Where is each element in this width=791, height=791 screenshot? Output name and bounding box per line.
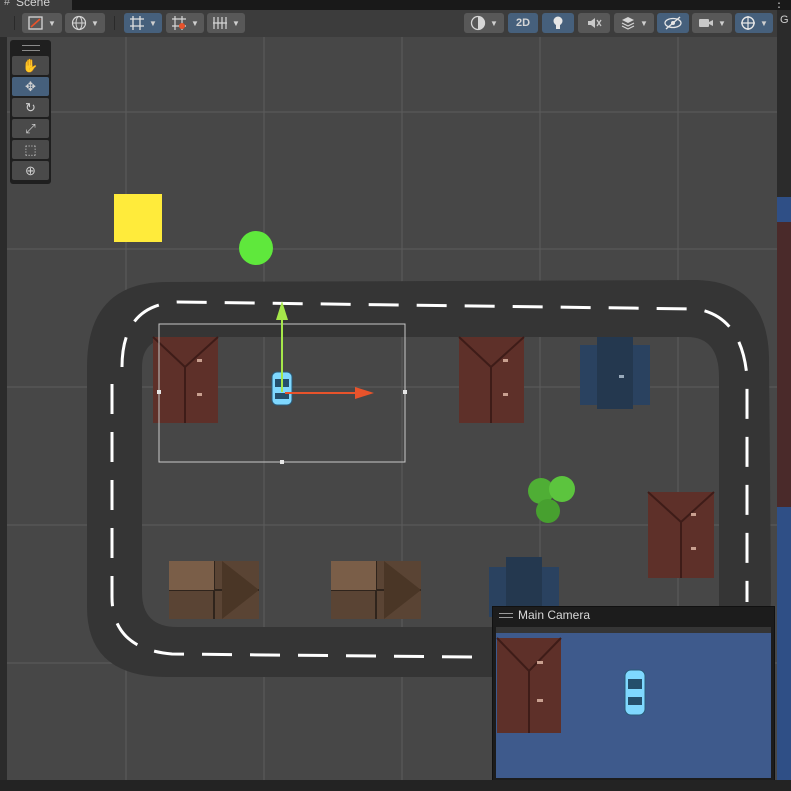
gizmos-icon [741,16,756,30]
camera-preview-header[interactable]: Main Camera [493,607,774,624]
rect-icon: ⬚ [24,141,37,157]
chevron-down-icon: ▼ [149,18,157,28]
transform-icon: ⊕ [25,162,36,178]
move-tool[interactable]: ✥ [12,77,49,96]
audio-mute-icon [588,18,602,28]
ruler-grid-icon [213,17,228,29]
camera-preview-canvas [496,627,771,778]
camera-icon [699,19,714,27]
camera-settings-button[interactable]: ▼ [692,13,732,33]
scale-icon: ⤢ [25,120,36,136]
right-panel-marker [777,197,791,222]
more-options-icon[interactable]: ⋮ [773,0,785,10]
right-panel-band-blue [777,507,791,787]
house-brown-2[interactable] [331,561,421,619]
2d-toggle[interactable]: 2D [508,13,538,33]
scale-tool[interactable]: ⤢ [12,119,49,138]
right-panel-band [777,222,791,507]
audio-toggle[interactable] [578,13,610,33]
house-blue-1[interactable] [580,337,650,409]
toolbar-separator [14,16,15,30]
yellow-square-sprite[interactable] [114,194,162,242]
resize-handle-left[interactable] [157,390,161,394]
chevron-down-icon: ▼ [48,18,56,28]
house-red-preview [496,637,562,733]
effects-layers-icon [621,17,635,30]
rect-tool[interactable]: ⬚ [12,140,49,159]
tree-sprite[interactable] [528,476,575,523]
house-red-1[interactable] [152,336,219,423]
move-arrows-icon: ✥ [25,78,36,94]
resize-handle-right[interactable] [403,390,407,394]
lighting-toggle[interactable] [542,13,574,33]
hand-icon: ✋ [22,57,39,73]
house-red-2[interactable] [458,336,525,423]
draw-mode-button[interactable]: ▼ [22,13,62,33]
scene-toolbar: ▼ ▼ ▼ ▼ ▼ ▼ 2D ▼ ▼ ▼ [0,10,777,38]
toolbar-separator [114,16,115,30]
hidden-objects-eye-icon [664,16,682,30]
shading-mode-button[interactable]: ▼ [464,13,504,33]
chevron-down-icon: ▼ [718,18,726,28]
camera-preview-overlay: Main Camera [492,606,775,782]
hash-icon: # [4,0,11,8]
tab-scene-label: Scene [16,0,51,9]
chevron-down-icon: ▼ [232,18,240,28]
lighting-bulb-icon [553,16,563,29]
draw-mode-icon [28,16,43,30]
global-local-button[interactable]: ▼ [65,13,105,33]
tab-bar: # Scene ⋮ [0,0,791,10]
chevron-down-icon: ▼ [640,18,648,28]
grid-visibility-button[interactable]: ▼ [207,13,245,33]
rotate-icon: ↻ [25,99,36,115]
chevron-down-icon: ▼ [91,18,99,28]
resize-handle-bottom[interactable] [280,460,284,464]
globe-icon [71,15,87,31]
house-brown-1[interactable] [169,561,259,619]
grid-snap-button[interactable]: ▼ [124,13,162,33]
chevron-down-icon: ▼ [490,18,498,28]
effects-button[interactable]: ▼ [614,13,654,33]
hand-tool[interactable]: ✋ [12,56,49,75]
bottom-bar [0,780,791,791]
chevron-down-icon: ▼ [760,18,768,28]
right-panel-edge: G [777,10,791,791]
grid-snap-increment-icon [172,16,187,30]
shading-sphere-icon [470,15,486,31]
camera-preview-view [496,627,771,778]
hidden-objects-toggle[interactable] [657,13,689,33]
tools-overlay: ✋ ✥ ↻ ⤢ ⬚ ⊕ [10,40,51,184]
left-edge [0,37,7,780]
chevron-down-icon: ▼ [191,18,199,28]
house-red-3[interactable] [647,491,715,578]
increment-snap-button[interactable]: ▼ [166,13,204,33]
camera-preview-title: Main Camera [518,608,591,622]
right-panel-label: G [780,14,789,26]
tab-scene[interactable]: # Scene [0,0,72,10]
grid-snap-icon [130,16,145,30]
rotate-tool[interactable]: ↻ [12,98,49,117]
gizmo-x-arrow [355,387,374,399]
car-preview [624,669,646,716]
drag-handle-icon [499,613,513,618]
transform-tool[interactable]: ⊕ [12,161,49,180]
gizmos-button[interactable]: ▼ [735,13,773,33]
drag-handle[interactable] [22,45,40,51]
green-circle-sprite[interactable] [239,231,273,265]
